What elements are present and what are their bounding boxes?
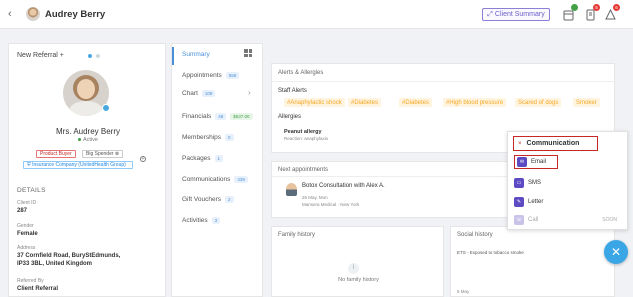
alert-tag: #High blood pressure xyxy=(443,98,507,107)
letter-label: Letter xyxy=(528,199,544,205)
family-history-title: Family history xyxy=(278,232,316,238)
appointment-name[interactable]: Botox Consultation with Alex A. xyxy=(302,183,385,189)
client-id-label: Client ID xyxy=(17,200,37,206)
details-heading: DETAILS xyxy=(17,187,46,194)
social-history-card: Social history ETS - Exposed to tobacco … xyxy=(450,226,615,297)
allergy-name: Peanut allergy xyxy=(284,129,322,135)
appointment-location: Mansera Medical · New York xyxy=(302,202,360,207)
referred-by-value: Client Referral xyxy=(17,286,59,292)
alert-tag: #Diabetes xyxy=(348,98,382,107)
alert-tag: #Diabetes xyxy=(399,98,433,107)
appointment-date: 26 May, Mon xyxy=(302,195,328,200)
nav-chart[interactable]: Chart 109 xyxy=(182,90,216,97)
nav-appointments[interactable]: Appointments 559 xyxy=(182,72,240,79)
patient-name: Audrey Berry xyxy=(45,9,106,20)
social-history-entry: ETS - Exposed to tobacco smoke xyxy=(457,250,524,255)
active-indicator xyxy=(172,47,174,65)
letter-icon: ✎ xyxy=(514,197,524,207)
client-summary-button[interactable]: ⤢ Client Summary xyxy=(482,8,550,21)
chevron-left-icon[interactable]: ‹ xyxy=(8,8,12,20)
client-summary-label: Client Summary xyxy=(494,11,545,18)
sms-icon: ▭ xyxy=(514,178,524,188)
tag-product-buyer[interactable]: Product Buyer xyxy=(36,150,76,158)
nav-activities[interactable]: Activities 3 xyxy=(182,217,221,224)
email-icon: ✉ xyxy=(517,157,527,167)
nav-communications[interactable]: Communications 439 xyxy=(182,176,248,183)
allergy-reaction: Reaction: anaphylaxis xyxy=(284,136,329,141)
grid-icon[interactable] xyxy=(244,49,252,57)
swap-icon: ⤢ xyxy=(487,10,493,18)
staff-alerts-label: Staff Alerts xyxy=(278,88,307,94)
profile-panel: New Referral + Mrs. Audrey Berry Active … xyxy=(8,43,166,297)
alert-badge: 6 xyxy=(613,4,620,11)
profile-name: Mrs. Audrey Berry xyxy=(55,127,120,136)
social-history-date: 5 May xyxy=(457,289,470,294)
address-value: 37 Cornfield Road, BuryStEdmunds, IP33 3… xyxy=(17,253,121,267)
status-badge: Active xyxy=(9,137,167,143)
allergies-label: Allergies xyxy=(278,114,302,120)
nav-gift-vouchers[interactable]: Gift Vouchers 2 xyxy=(182,196,234,203)
gender-label: Gender xyxy=(17,223,34,229)
new-referral-button[interactable]: New Referral + xyxy=(17,52,64,59)
document-icon[interactable]: 5 xyxy=(585,4,600,21)
soon-badge: SOON xyxy=(602,217,617,223)
nav-financials[interactable]: Financials 48 $637.00 xyxy=(182,113,253,120)
sms-option[interactable]: ▭ SMS xyxy=(514,176,624,190)
call-option: ☏ Call SOON xyxy=(514,213,624,227)
letter-option[interactable]: ✎ Letter xyxy=(514,195,624,209)
email-option[interactable]: ✉ Email xyxy=(514,155,558,169)
practitioner-avatar xyxy=(286,183,297,196)
communication-header: × Communication xyxy=(513,136,598,151)
nav-packages[interactable]: Packages 1 xyxy=(182,155,224,162)
communication-title: Communication xyxy=(526,140,580,147)
insurance-tag[interactable]: ⛨ Insurance Company (UnitedHealth Group) xyxy=(23,161,133,169)
family-history-card: Family history ꟾ No family history xyxy=(271,226,444,297)
carousel-dots[interactable] xyxy=(88,54,100,58)
chevron-right-icon[interactable]: › xyxy=(248,88,251,97)
gender-value: Female xyxy=(17,231,38,237)
social-history-title: Social history xyxy=(457,232,493,238)
tag-big-spender[interactable]: Big Spender ⊗ xyxy=(82,150,124,158)
nav-summary[interactable]: Summary xyxy=(182,51,210,58)
communication-popup: × Communication ✉ Email ▭ SMS ✎ Letter ☏… xyxy=(507,131,628,230)
calendar-icon[interactable] xyxy=(563,4,578,21)
phone-icon: ☏ xyxy=(514,215,524,225)
top-bar: ‹ Audrey Berry ⤢ Client Summary 5 6 xyxy=(0,0,633,29)
alert-icon[interactable]: 6 xyxy=(605,4,620,20)
appointments-title: Next appointments xyxy=(278,167,329,173)
close-icon[interactable]: × xyxy=(518,141,522,147)
referred-by-label: Referred By xyxy=(17,278,44,284)
nav-memberships[interactable]: Memberships 0 xyxy=(182,134,234,141)
client-id-value: 287 xyxy=(17,208,28,214)
alert-tag: Scared of dogs xyxy=(515,98,562,107)
calendar-badge xyxy=(571,4,578,11)
document-badge: 5 xyxy=(593,4,600,11)
sms-label: SMS xyxy=(528,180,542,186)
family-icon: ꟾ xyxy=(348,263,359,274)
call-label: Call xyxy=(528,217,539,223)
section-nav: Summary Appointments 559 Chart 109 › Finan… xyxy=(171,43,263,297)
close-communication-fab[interactable]: ✕ xyxy=(604,240,628,264)
alerts-title: Alerts & Allergies xyxy=(278,70,324,76)
alert-tag: Smoker xyxy=(573,98,600,107)
camera-icon[interactable] xyxy=(102,104,110,112)
alert-tag: #Anaphylactic shock xyxy=(284,98,345,107)
avatar xyxy=(26,7,40,21)
email-label: Email xyxy=(531,159,547,165)
address-label: Address xyxy=(17,245,36,251)
add-tag-icon[interactable]: + xyxy=(140,156,146,162)
close-icon: ✕ xyxy=(610,245,622,259)
family-history-empty: No family history xyxy=(338,277,379,283)
